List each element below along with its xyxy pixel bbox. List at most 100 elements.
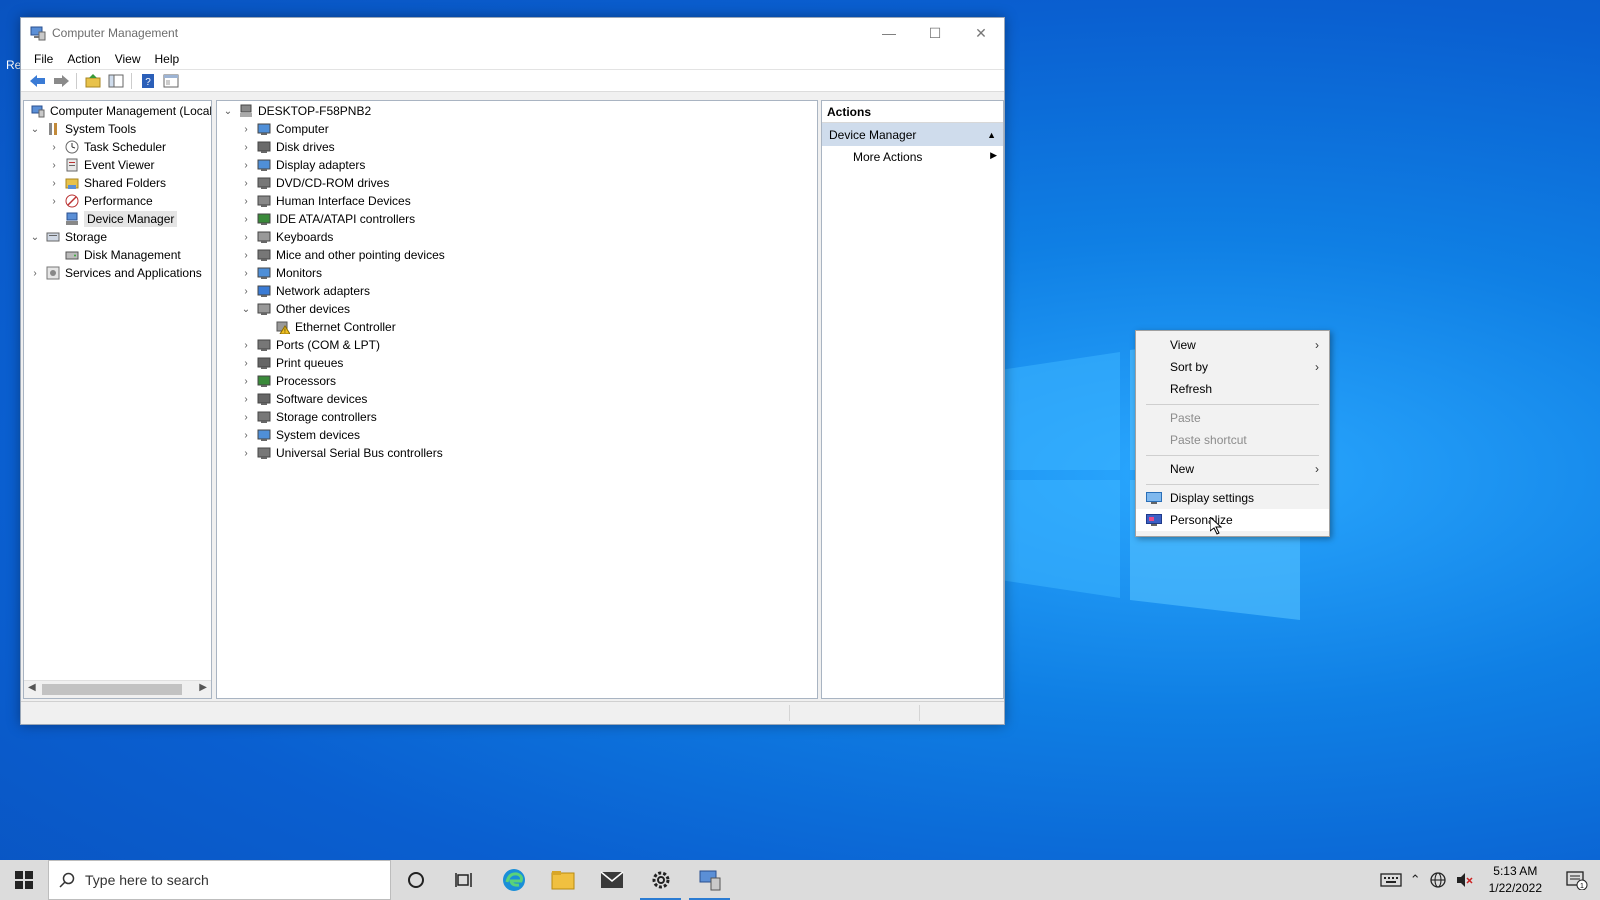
collapse-chevron-icon[interactable]: ⌄ — [28, 122, 42, 136]
collapse-chevron-icon[interactable]: ⌄ — [28, 230, 42, 244]
collapse-chevron-icon[interactable]: ⌄ — [239, 302, 253, 316]
menu-item-refresh[interactable]: Refresh — [1136, 378, 1329, 400]
expand-chevron-icon[interactable]: › — [239, 374, 253, 388]
menu-item-display-settings[interactable]: Display settings — [1136, 487, 1329, 509]
menu-action[interactable]: Action — [60, 50, 107, 68]
scroll-right-icon[interactable]: ▶ — [199, 682, 207, 693]
input-indicator-button[interactable] — [1376, 860, 1406, 900]
tree-services-applications[interactable]: › Services and Applications — [28, 264, 201, 282]
forward-icon[interactable] — [50, 72, 71, 90]
expand-chevron-icon[interactable]: › — [239, 176, 253, 190]
device-category-universal-serial-bus-controllers[interactable]: › Universal Serial Bus controllers — [239, 444, 442, 462]
expand-chevron-icon[interactable]: › — [239, 428, 253, 442]
device-category-system-devices[interactable]: › System devices — [239, 426, 360, 444]
device-category-processors[interactable]: › Processors — [239, 372, 336, 390]
settings-button[interactable] — [636, 860, 685, 900]
device-category-dvd-cd-rom-drives[interactable]: › DVD/CD-ROM drives — [239, 174, 389, 192]
show-hidden-icons-button[interactable]: ⌃ — [1406, 860, 1425, 900]
expand-chevron-icon[interactable]: › — [28, 266, 42, 280]
device-category-network-adapters[interactable]: › Network adapters — [239, 282, 370, 300]
scrollbar-thumb[interactable] — [42, 684, 182, 695]
expand-chevron-icon[interactable]: › — [239, 356, 253, 370]
computer-management-taskbar-button[interactable] — [685, 860, 734, 900]
maximize-button[interactable]: ☐ — [912, 18, 958, 48]
device-category-ports-com-lpt[interactable]: › Ports (COM & LPT) — [239, 336, 380, 354]
expand-chevron-icon[interactable]: › — [239, 158, 253, 172]
close-button[interactable]: ✕ — [958, 18, 1004, 48]
expand-chevron-icon[interactable]: › — [239, 194, 253, 208]
device-category-computer[interactable]: › Computer — [239, 120, 328, 138]
scroll-left-icon[interactable]: ◀ — [28, 682, 36, 693]
back-icon[interactable] — [27, 72, 48, 90]
properties-view-icon[interactable] — [160, 72, 181, 90]
expand-chevron-icon[interactable]: › — [239, 212, 253, 226]
tree-shared-folders[interactable]: › Shared Folders — [47, 174, 166, 192]
tree-device-manager[interactable]: Device Manager — [61, 210, 178, 228]
up-folder-icon[interactable] — [82, 72, 103, 90]
device-tree-pane[interactable]: ⌄ DESKTOP-F58PNB2 › Computer › Disk drives ›… — [216, 100, 818, 699]
device-category-storage-controllers[interactable]: › Storage controllers — [239, 408, 376, 426]
expand-chevron-icon[interactable]: › — [47, 176, 61, 190]
device-category-software-devices[interactable]: › Software devices — [239, 390, 367, 408]
more-actions-item[interactable]: More Actions ▶ — [822, 146, 1003, 168]
expand-chevron-icon[interactable]: › — [239, 266, 253, 280]
tree-computer-management[interactable]: Computer Management (Local — [27, 102, 211, 120]
expand-chevron-icon[interactable]: › — [239, 446, 253, 460]
tree-performance[interactable]: › Performance — [47, 192, 152, 210]
menu-help[interactable]: Help — [148, 50, 187, 68]
mail-button[interactable] — [587, 860, 636, 900]
menu-file[interactable]: File — [27, 50, 60, 68]
navigation-tree-pane[interactable]: Computer Management (Local ⌄ System Tool… — [23, 100, 212, 699]
expand-chevron-icon[interactable]: › — [239, 122, 253, 136]
edge-button[interactable] — [489, 860, 538, 900]
network-button[interactable] — [1425, 860, 1451, 900]
tree-storage[interactable]: ⌄ Storage — [28, 228, 107, 246]
actions-device-manager-group[interactable]: Device Manager ▲ — [822, 123, 1003, 146]
taskbar-search-box[interactable]: Type here to search — [48, 860, 391, 900]
tree-system-tools[interactable]: ⌄ System Tools — [28, 120, 136, 138]
device-category-keyboards[interactable]: › Keyboards — [239, 228, 333, 246]
tree-event-viewer[interactable]: › Event Viewer — [47, 156, 154, 174]
menu-view[interactable]: View — [108, 50, 148, 68]
device-category-monitors[interactable]: › Monitors — [239, 264, 322, 282]
title-bar[interactable]: Computer Management — ☐ ✕ — [21, 18, 1004, 48]
tree-task-scheduler[interactable]: › Task Scheduler — [47, 138, 166, 156]
expand-chevron-icon[interactable]: › — [47, 194, 61, 208]
volume-button[interactable] — [1451, 860, 1477, 900]
menu-item-paste-shortcut[interactable]: Paste shortcut — [1136, 429, 1329, 451]
device-category-human-interface-devices[interactable]: › Human Interface Devices — [239, 192, 410, 210]
clock-button[interactable]: 5:13 AM 1/22/2022 — [1477, 863, 1554, 897]
expand-chevron-icon[interactable]: › — [239, 392, 253, 406]
menu-item-personalize[interactable]: Personalize — [1136, 509, 1329, 531]
horizontal-scrollbar[interactable]: ◀ ▶ — [24, 680, 211, 698]
tree-disk-management[interactable]: Disk Management — [61, 246, 181, 264]
expand-chevron-icon[interactable]: › — [47, 158, 61, 172]
collapse-up-icon[interactable]: ▲ — [987, 130, 996, 140]
device-category-mice-and-other-pointing-devices[interactable]: › Mice and other pointing devices — [239, 246, 444, 264]
collapse-chevron-icon[interactable]: ⌄ — [221, 104, 235, 118]
cortana-button[interactable] — [391, 860, 440, 900]
expand-chevron-icon[interactable]: › — [239, 284, 253, 298]
help-icon[interactable]: ? — [137, 72, 158, 90]
device-category-ide-ata-atapi-controllers[interactable]: › IDE ATA/ATAPI controllers — [239, 210, 415, 228]
expand-chevron-icon[interactable]: › — [239, 140, 253, 154]
minimize-button[interactable]: — — [866, 18, 912, 48]
expand-chevron-icon[interactable]: › — [239, 338, 253, 352]
device-category-disk-drives[interactable]: › Disk drives — [239, 138, 334, 156]
device-category-ethernet-controller[interactable]: ! Ethernet Controller — [258, 318, 396, 336]
expand-chevron-icon[interactable]: › — [239, 230, 253, 244]
action-center-button[interactable]: 1 — [1554, 860, 1600, 900]
expand-chevron-icon[interactable]: › — [239, 248, 253, 262]
file-explorer-button[interactable] — [538, 860, 587, 900]
device-root[interactable]: ⌄ DESKTOP-F58PNB2 — [221, 102, 371, 120]
task-view-button[interactable] — [440, 860, 489, 900]
start-button[interactable] — [0, 860, 48, 900]
menu-item-view[interactable]: View › — [1136, 334, 1329, 356]
menu-item-new[interactable]: New › — [1136, 458, 1329, 480]
menu-item-paste[interactable]: Paste — [1136, 407, 1329, 429]
menu-item-sort-by[interactable]: Sort by › — [1136, 356, 1329, 378]
show-hide-tree-icon[interactable] — [105, 72, 126, 90]
device-category-other-devices[interactable]: ⌄ Other devices — [239, 300, 350, 318]
device-category-display-adapters[interactable]: › Display adapters — [239, 156, 365, 174]
expand-chevron-icon[interactable]: › — [47, 140, 61, 154]
